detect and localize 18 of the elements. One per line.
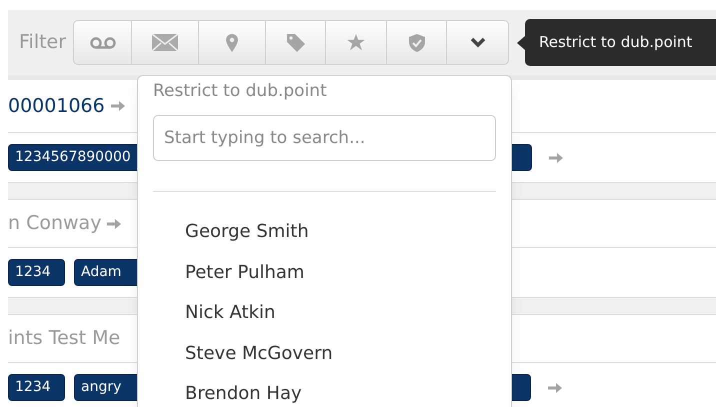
tag[interactable]: 1234	[8, 374, 65, 401]
map-pin-icon	[226, 34, 238, 52]
dropdown-title: Restrict to dub.point	[153, 80, 328, 103]
tag[interactable]: 1234	[8, 259, 65, 286]
search-field[interactable]: Start typing to search...	[153, 114, 496, 160]
shield-check-icon	[408, 34, 425, 52]
chevron-down-icon	[470, 37, 486, 48]
tooltip: Restrict to dub.point	[525, 19, 716, 66]
tag-icon	[286, 34, 305, 52]
envelope-icon	[152, 34, 178, 51]
record-title[interactable]: 00001066	[8, 92, 105, 120]
dropdown-option[interactable]: Steve McGovern	[153, 333, 496, 374]
star-icon	[347, 34, 366, 51]
filter-label: Filter	[19, 30, 66, 56]
voicemail-icon	[90, 36, 116, 48]
dropdown-option[interactable]: Nick Atkin	[153, 292, 496, 333]
tooltip-pointer-icon	[517, 36, 525, 50]
dropdown-option[interactable]: George Smith	[153, 212, 496, 252]
